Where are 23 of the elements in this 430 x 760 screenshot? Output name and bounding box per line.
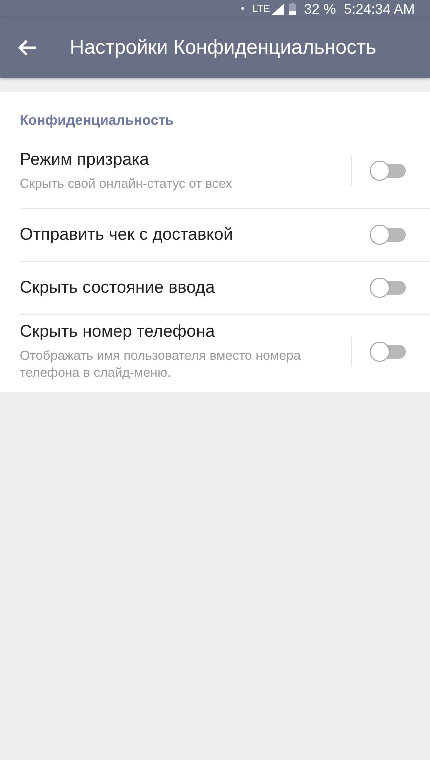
setting-description: Отображать имя пользователя вместо номера телефона в слайд-меню. (20, 347, 302, 381)
toggle-switch[interactable] (370, 277, 406, 299)
network-type: LTE (252, 4, 270, 14)
battery-icon (289, 3, 296, 15)
setting-row[interactable]: Скрыть состояние ввода (20, 262, 430, 315)
setting-row[interactable]: Скрыть номер телефона Отображать имя пользователя вместо номера телефона в слайд-меню. (20, 315, 430, 392)
toggle-switch[interactable] (370, 160, 406, 182)
setting-title: Скрыть номер телефона (20, 322, 216, 342)
notification-dot: • (241, 4, 245, 14)
setting-row[interactable]: Отправить чек с доставкой (20, 209, 430, 262)
section-heading: Конфиденциальность (19, 112, 176, 128)
setting-row[interactable]: Режим призрака Скрыть свой онлайн-статус от всех (20, 138, 430, 209)
setting-title: Скрыть состояние ввода (20, 278, 216, 298)
setting-description: Скрыть свой онлайн-статус от всех (20, 175, 234, 192)
signal-icon (272, 4, 284, 14)
back-arrow-icon (18, 38, 38, 58)
toggle-switch[interactable] (370, 340, 406, 362)
clock: 5:24:34 AM (344, 1, 415, 17)
toggle-switch[interactable] (370, 224, 406, 246)
screen-title: Настройки Конфиденциальность (70, 36, 376, 60)
setting-title: Отправить чек с доставкой (20, 225, 234, 245)
setting-title: Режим призрака (20, 150, 150, 170)
battery-percent: 32 % (304, 1, 336, 17)
